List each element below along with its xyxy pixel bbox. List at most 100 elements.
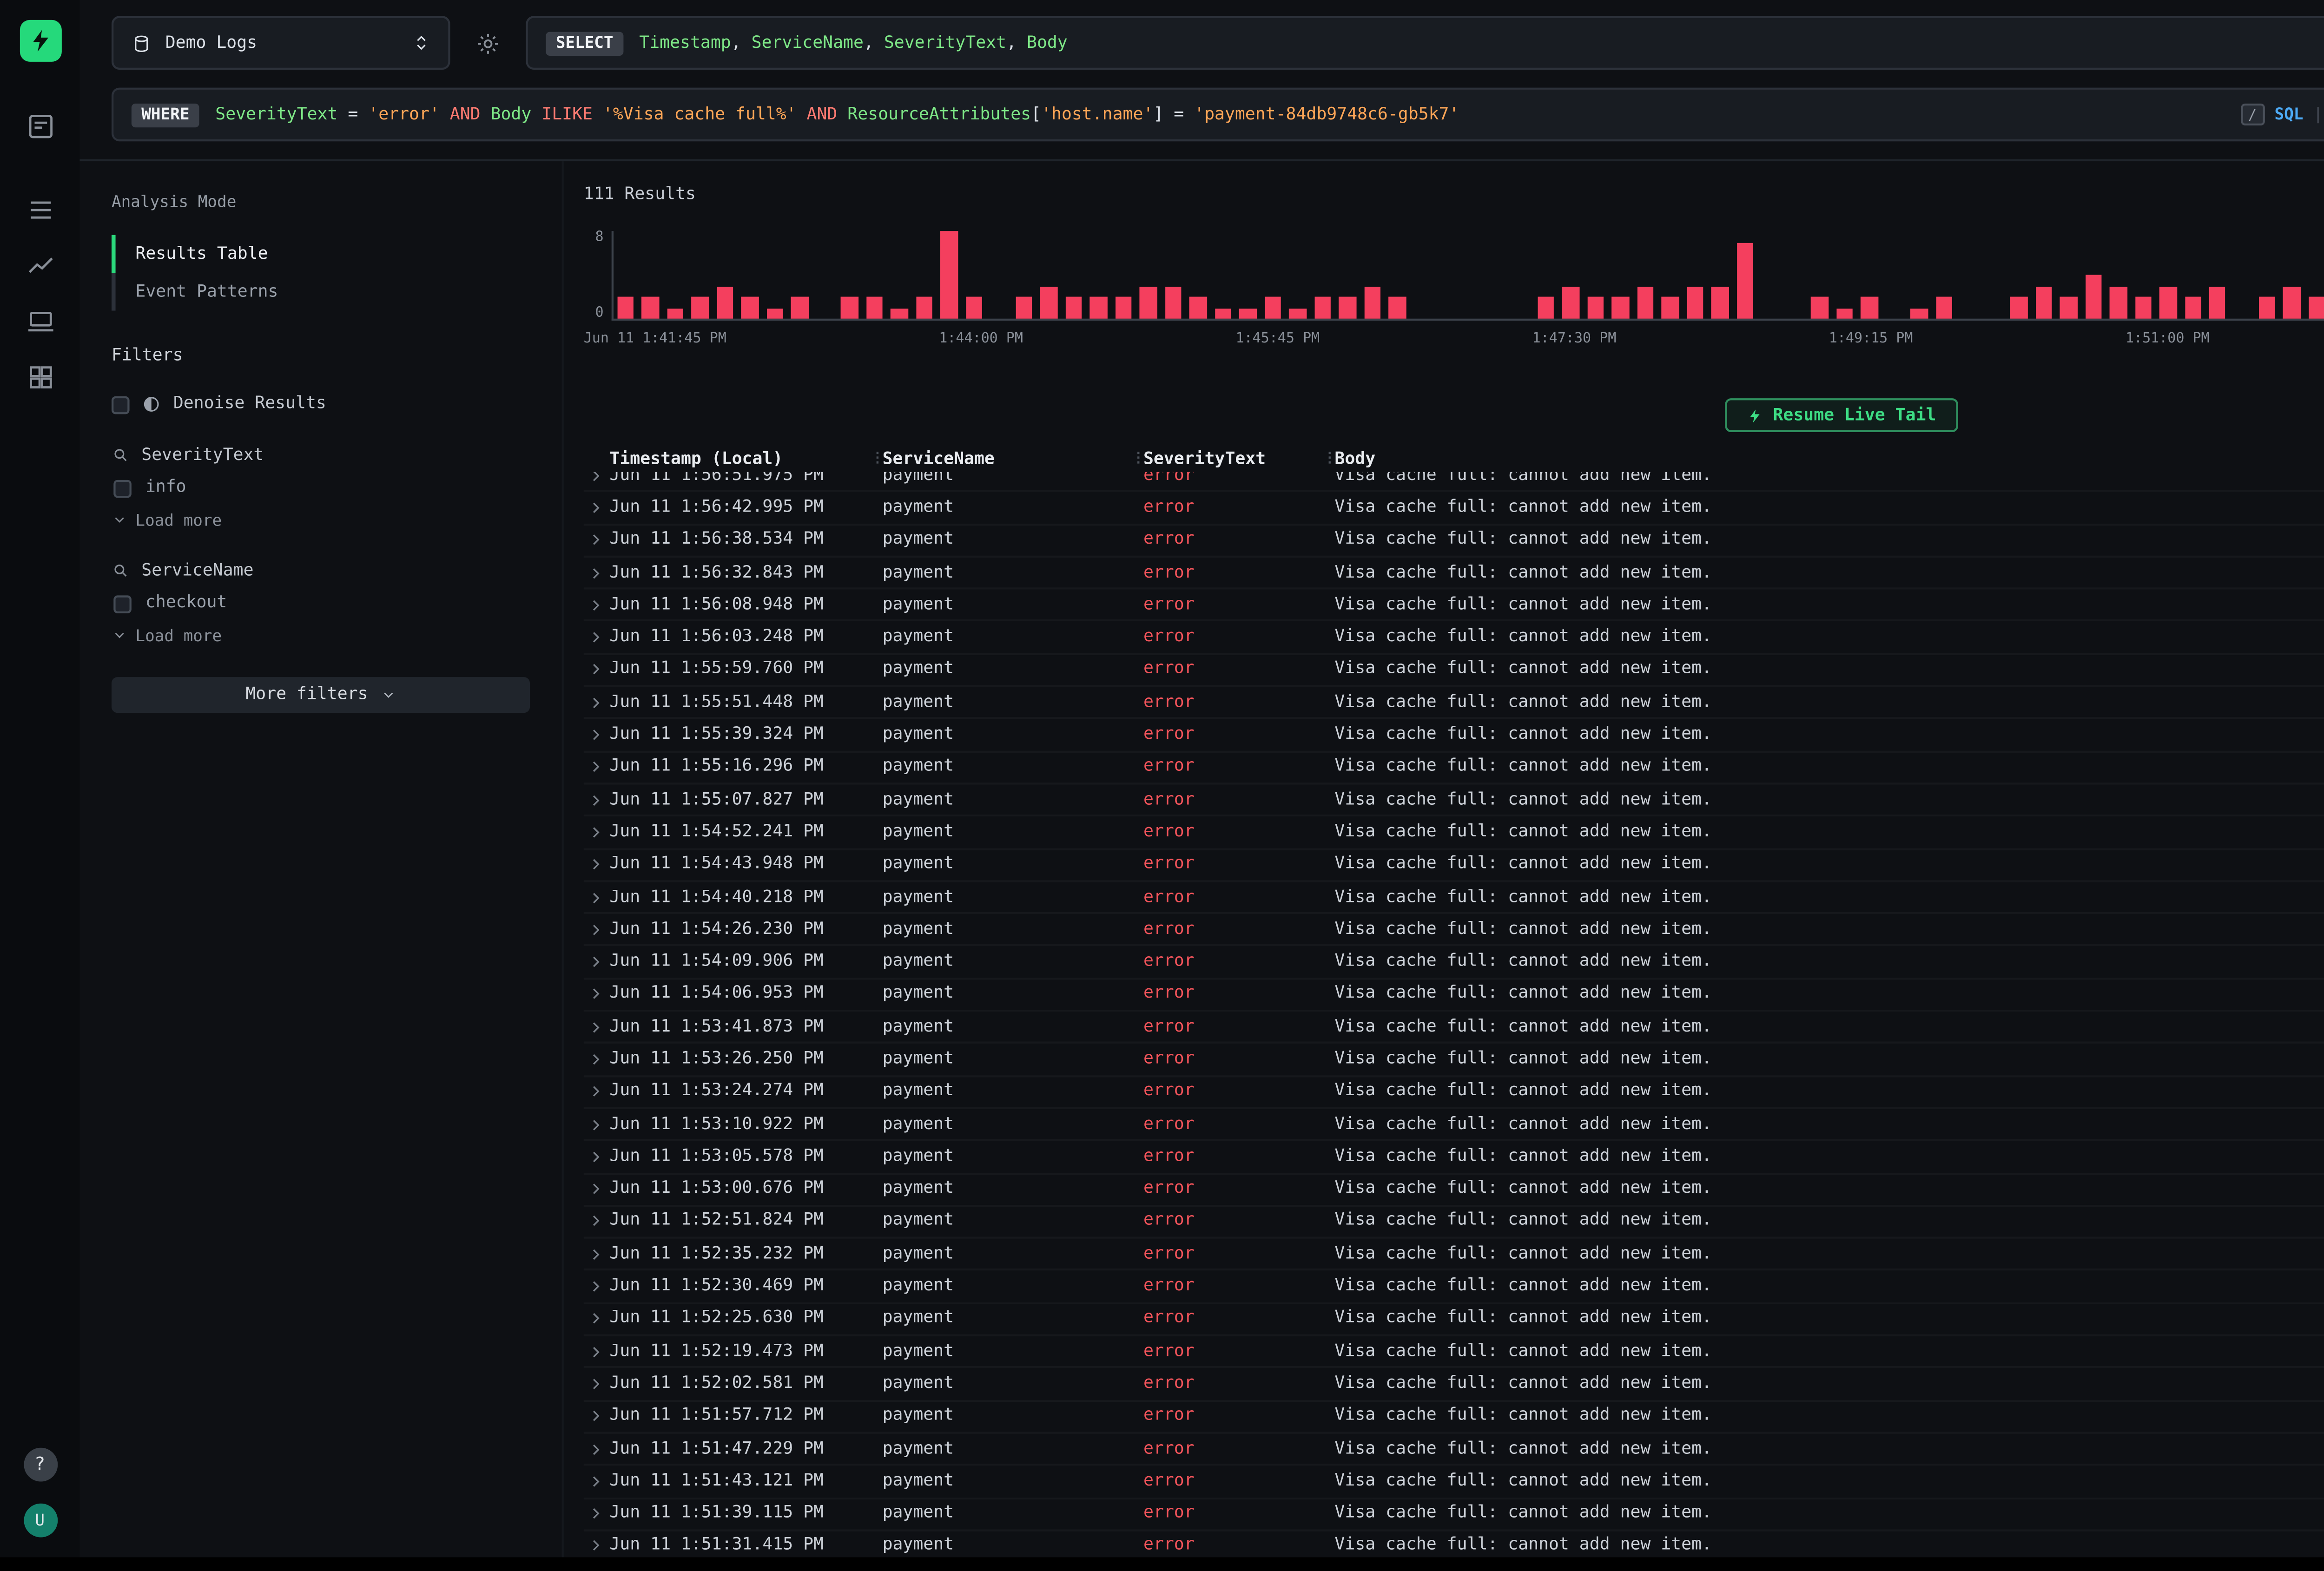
histogram-bar[interactable] (1563, 286, 1579, 319)
table-row[interactable]: Jun 11 1:56:51.975 PMpaymenterrorVisa ca… (584, 472, 2324, 493)
histogram-bar[interactable] (1736, 242, 1753, 319)
column-header-body[interactable]: Body ⋮ (1334, 449, 2324, 469)
gear-icon[interactable] (468, 16, 508, 70)
table-row[interactable]: Jun 11 1:51:39.115 PMpaymenterrorVisa ca… (584, 1499, 2324, 1531)
histogram-bar[interactable] (891, 308, 908, 319)
table-row[interactable]: Jun 11 1:54:26.230 PMpaymenterrorVisa ca… (584, 914, 2324, 947)
histogram-bar[interactable] (1687, 286, 1703, 319)
histogram-bar[interactable] (1637, 286, 1654, 319)
sidebar-item-event-patterns[interactable]: Event Patterns (112, 273, 530, 310)
table-row[interactable]: Jun 11 1:52:35.232 PMpaymenterrorVisa ca… (584, 1239, 2324, 1271)
histogram-bar[interactable] (1911, 308, 1928, 319)
histogram-bar[interactable] (1016, 297, 1032, 319)
histogram-bar[interactable] (792, 297, 808, 319)
histogram-bar[interactable] (1090, 297, 1107, 319)
histogram-bar[interactable] (618, 297, 634, 319)
table-row[interactable]: Jun 11 1:55:59.760 PMpaymenterrorVisa ca… (584, 655, 2324, 687)
histogram-bar[interactable] (717, 286, 734, 319)
table-row[interactable]: Jun 11 1:52:19.473 PMpaymenterrorVisa ca… (584, 1336, 2324, 1369)
histogram-bar[interactable] (1935, 297, 1952, 319)
row-expander-icon[interactable] (584, 695, 610, 710)
row-expander-icon[interactable] (584, 824, 610, 840)
histogram-bar[interactable] (1339, 297, 1355, 319)
table-row[interactable]: Jun 11 1:56:42.995 PMpaymenterrorVisa ca… (584, 493, 2324, 525)
histogram-bar[interactable] (941, 231, 957, 319)
facet-title-row[interactable]: ServiceName (112, 553, 530, 587)
user-avatar[interactable]: U (23, 1504, 57, 1538)
histogram-bar[interactable] (1861, 297, 1878, 319)
histogram-bar[interactable] (2085, 275, 2101, 318)
table-row[interactable]: Jun 11 1:52:25.630 PMpaymenterrorVisa ca… (584, 1304, 2324, 1336)
row-expander-icon[interactable] (584, 1376, 610, 1392)
table-row[interactable]: Jun 11 1:51:47.229 PMpaymenterrorVisa ca… (584, 1433, 2324, 1466)
table-row[interactable]: Jun 11 1:51:43.121 PMpaymenterrorVisa ca… (584, 1466, 2324, 1499)
row-expander-icon[interactable] (584, 921, 610, 937)
table-row[interactable]: Jun 11 1:52:02.581 PMpaymenterrorVisa ca… (584, 1369, 2324, 1401)
row-expander-icon[interactable] (584, 889, 610, 905)
column-header-servicename[interactable]: ServiceName (883, 449, 1143, 469)
table-row[interactable]: Jun 11 1:53:10.922 PMpaymenterrorVisa ca… (584, 1109, 2324, 1142)
row-expander-icon[interactable] (584, 727, 610, 743)
table-row[interactable]: Jun 11 1:55:16.296 PMpaymenterrorVisa ca… (584, 752, 2324, 785)
histogram-bar[interactable] (1189, 297, 1206, 319)
histogram-bar[interactable] (667, 308, 684, 319)
row-expander-icon[interactable] (584, 1279, 610, 1295)
histogram-bar[interactable] (1115, 297, 1132, 319)
table-row[interactable]: Jun 11 1:55:07.827 PMpaymenterrorVisa ca… (584, 784, 2324, 817)
app-logo[interactable] (19, 20, 61, 62)
row-expander-icon[interactable] (584, 500, 610, 515)
row-expander-icon[interactable] (584, 1149, 610, 1164)
table-row[interactable]: Jun 11 1:53:26.250 PMpaymenterrorVisa ca… (584, 1044, 2324, 1077)
row-expander-icon[interactable] (584, 1084, 610, 1100)
table-row[interactable]: Jun 11 1:52:51.824 PMpaymenterrorVisa ca… (584, 1206, 2324, 1239)
select-query-input[interactable]: SELECT Timestamp, ServiceName, SeverityT… (526, 16, 2324, 70)
table-row[interactable]: Jun 11 1:56:38.534 PMpaymenterrorVisa ca… (584, 525, 2324, 558)
row-expander-icon[interactable] (584, 857, 610, 873)
where-query-input[interactable]: WHERE SeverityText = 'error' AND Body IL… (112, 88, 2324, 142)
table-row[interactable]: Jun 11 1:53:05.578 PMpaymenterrorVisa ca… (584, 1142, 2324, 1174)
facet-title-row[interactable]: SeverityText (112, 438, 530, 472)
column-header-timestamp[interactable]: Timestamp (Local) (609, 449, 882, 469)
denoise-results-toggle[interactable]: Denoise Results (112, 386, 530, 422)
dashboards-icon[interactable] (24, 361, 56, 393)
row-expander-icon[interactable] (584, 1052, 610, 1067)
histogram-bar[interactable] (1811, 297, 1828, 319)
more-filters-button[interactable]: More filters (112, 677, 530, 713)
row-expander-icon[interactable] (584, 662, 610, 678)
histogram-bar[interactable] (2060, 297, 2077, 319)
query-language-toggle[interactable]: / SQL | Lucene (2240, 104, 2324, 125)
facet-option-info[interactable]: info (112, 472, 530, 504)
histogram-bar[interactable] (2134, 297, 2151, 319)
histogram-bar[interactable] (2209, 286, 2226, 319)
row-expander-icon[interactable] (584, 759, 610, 775)
histogram-bar[interactable] (1314, 297, 1331, 319)
table-row[interactable]: Jun 11 1:53:41.873 PMpaymenterrorVisa ca… (584, 1012, 2324, 1044)
sessions-icon[interactable] (24, 305, 56, 337)
table-row[interactable]: Jun 11 1:55:39.324 PMpaymenterrorVisa ca… (584, 720, 2324, 752)
table-row[interactable]: Jun 11 1:56:32.843 PMpaymenterrorVisa ca… (584, 558, 2324, 590)
row-expander-icon[interactable] (584, 1116, 610, 1132)
histogram-bar[interactable] (2010, 297, 2027, 319)
row-expander-icon[interactable] (584, 1343, 610, 1359)
facet-option-checkout[interactable]: checkout (112, 587, 530, 619)
histogram-bar[interactable] (866, 297, 883, 319)
row-expander-icon[interactable] (584, 1441, 610, 1457)
row-expander-icon[interactable] (584, 472, 610, 483)
histogram-bar[interactable] (916, 297, 933, 319)
option-checkbox[interactable] (113, 479, 132, 497)
histogram-bar[interactable] (2159, 286, 2176, 319)
histogram-bar[interactable] (1289, 308, 1306, 319)
table-row[interactable]: Jun 11 1:55:51.448 PMpaymenterrorVisa ca… (584, 687, 2324, 720)
histogram-bar[interactable] (1215, 308, 1231, 319)
row-expander-icon[interactable] (584, 1246, 610, 1262)
load-more-button[interactable]: Load more (112, 504, 530, 536)
load-more-button[interactable]: Load more (112, 619, 530, 651)
row-expander-icon[interactable] (584, 1506, 610, 1522)
resume-live-tail-button[interactable]: Resume Live Tail (1725, 398, 1958, 432)
option-checkbox[interactable] (113, 594, 132, 612)
histogram-bar[interactable] (841, 297, 858, 319)
histogram-bar[interactable] (1140, 286, 1156, 319)
row-expander-icon[interactable] (584, 792, 610, 808)
histogram-bar[interactable] (1662, 297, 1679, 319)
histogram-bar[interactable] (1612, 297, 1629, 319)
